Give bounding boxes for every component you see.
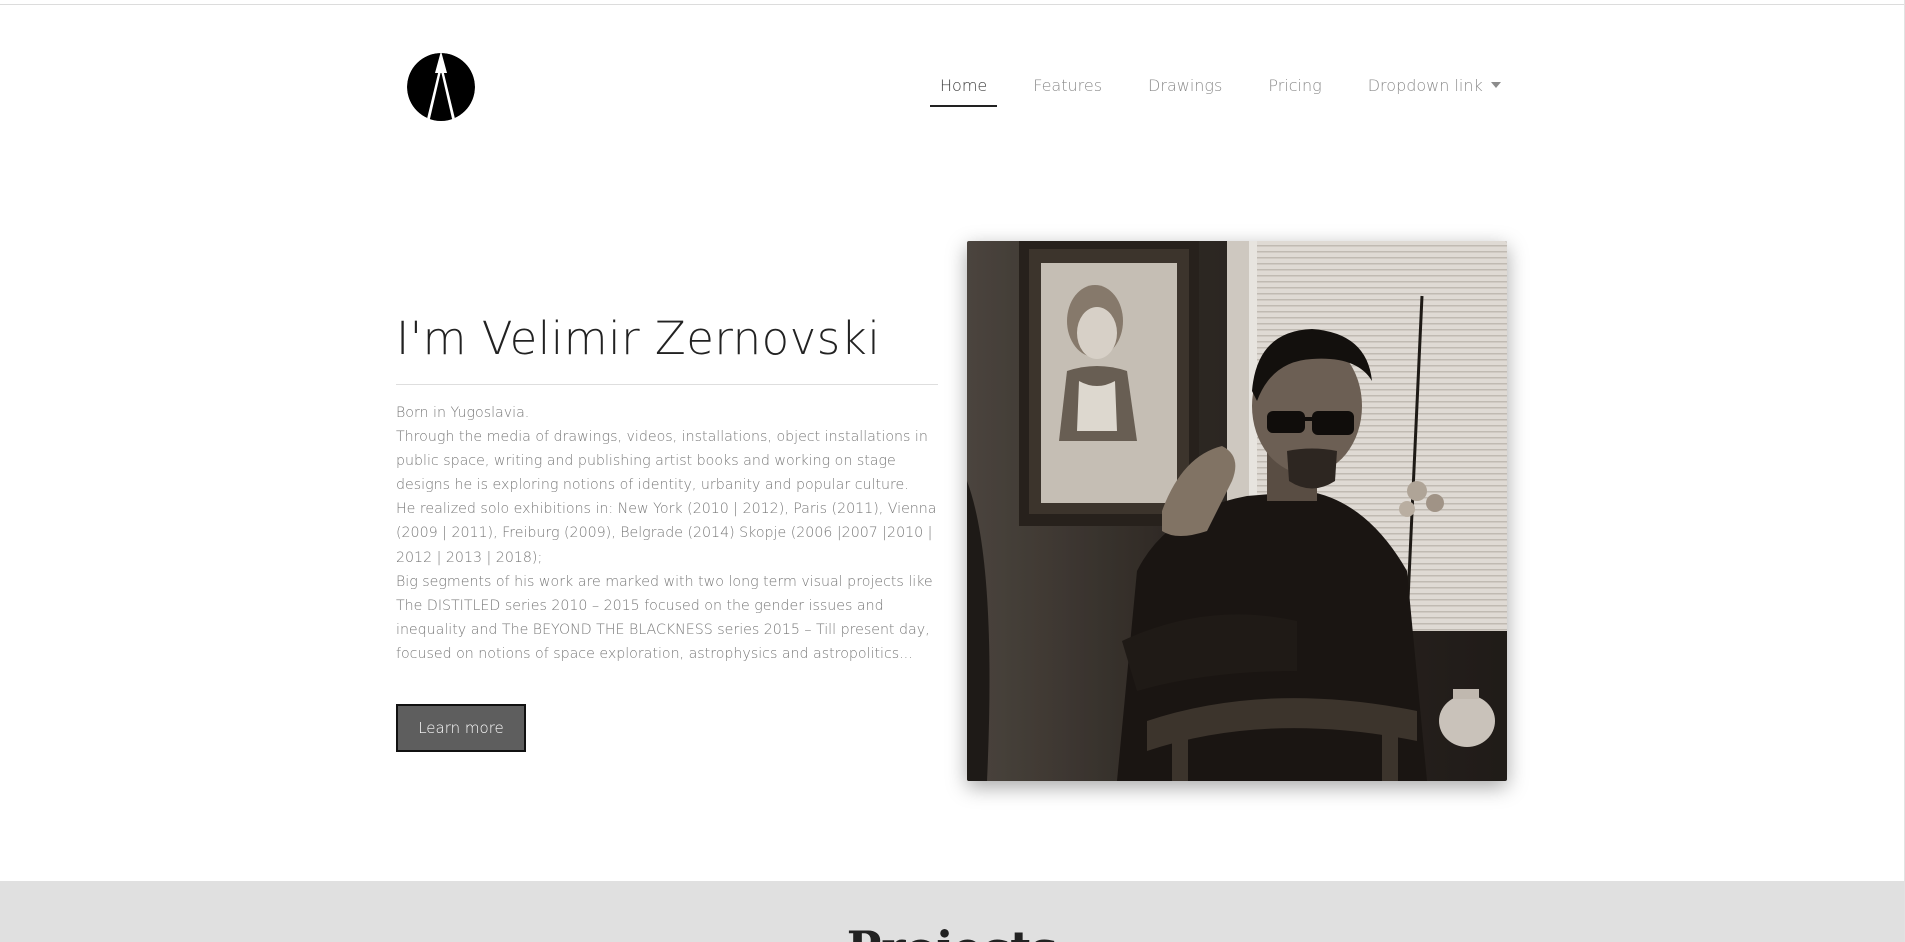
- projects-section: Projects: [0, 881, 1904, 942]
- nav-item-label: Drawings: [1148, 76, 1223, 95]
- top-divider: [0, 4, 1905, 5]
- nav-item-dropdown[interactable]: Dropdown link: [1358, 69, 1511, 105]
- learn-more-button[interactable]: Learn more: [396, 704, 526, 752]
- a-triangle-logo-icon: [407, 51, 475, 121]
- bio-paragraph: Through the media of drawings, videos, i…: [396, 429, 928, 494]
- page: Home Features Drawings Pricing Dropdown …: [0, 0, 1905, 942]
- projects-title: Projects: [0, 923, 1904, 942]
- hero-title: I'm Velimir Zernovski: [396, 312, 881, 365]
- nav-item-pricing[interactable]: Pricing: [1258, 69, 1331, 105]
- nav-item-label: Pricing: [1268, 76, 1322, 95]
- nav-item-label: Home: [940, 76, 988, 95]
- nav-item-drawings[interactable]: Drawings: [1138, 69, 1232, 105]
- hero-divider: [396, 384, 938, 385]
- nav-item-features[interactable]: Features: [1023, 69, 1112, 105]
- nav-item-label: Features: [1033, 76, 1103, 95]
- bio-paragraph: He realized solo exhibitions in: New Yor…: [396, 501, 937, 566]
- nav-item-label: Dropdown link: [1367, 76, 1483, 95]
- caret-down-icon: [1490, 82, 1501, 88]
- logo[interactable]: [407, 51, 475, 121]
- bio-paragraph: Born in Yugoslavia.: [396, 405, 530, 421]
- main-nav: Home Features Drawings Pricing Dropdown …: [930, 69, 1537, 109]
- nav-item-home[interactable]: Home: [930, 69, 998, 107]
- bio-paragraph: Big segments of his work are marked with…: [396, 573, 933, 662]
- bio-text: Born in Yugoslavia. Through the media of…: [396, 401, 942, 666]
- portrait-photo: [967, 241, 1507, 781]
